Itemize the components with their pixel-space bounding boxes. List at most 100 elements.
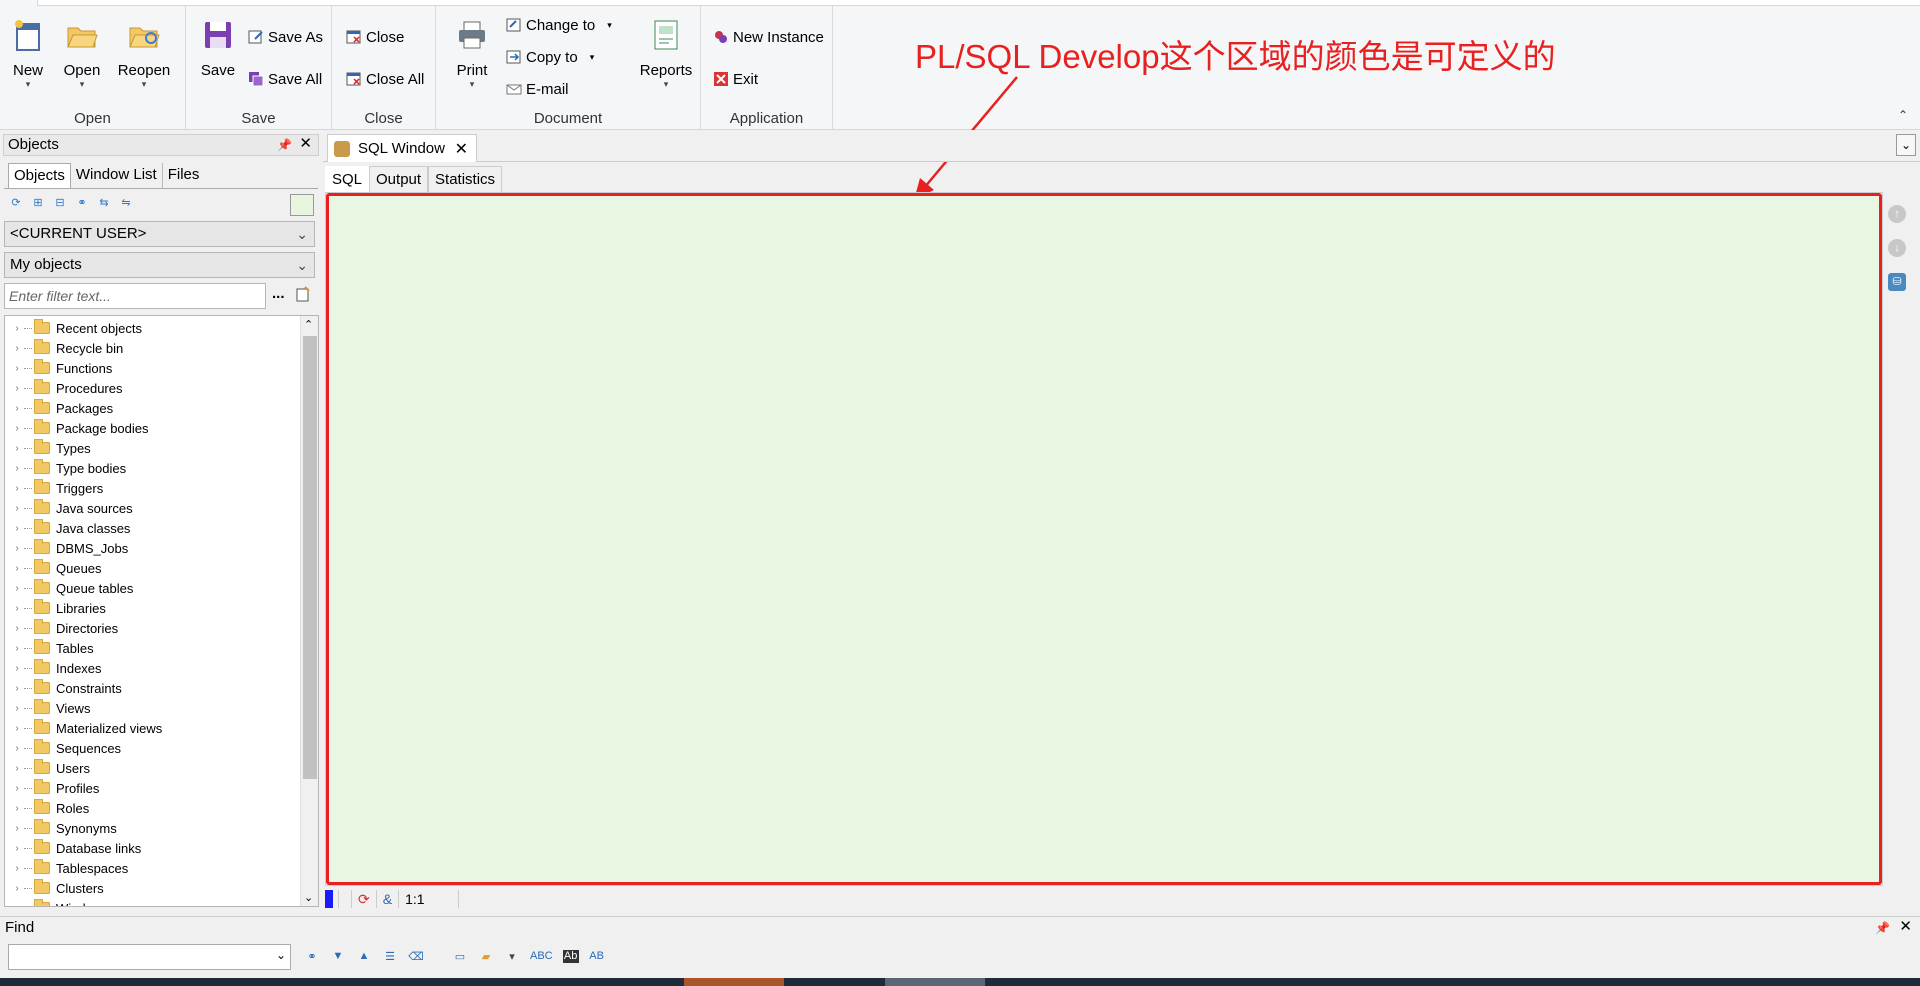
current-user-select[interactable]: <CURRENT USER> ⌄ bbox=[4, 221, 315, 247]
window-list-dropdown[interactable]: ⌄ bbox=[1896, 134, 1916, 156]
expand-arrow-icon[interactable]: › bbox=[10, 503, 24, 514]
close-icon[interactable]: ✕ bbox=[1899, 916, 1912, 938]
expand-arrow-icon[interactable]: › bbox=[10, 843, 24, 854]
expand-arrow-icon[interactable]: › bbox=[10, 823, 24, 834]
expand-arrow-icon[interactable]: › bbox=[10, 443, 24, 454]
refresh-icon[interactable]: ⟳ bbox=[8, 195, 24, 211]
find-text-select[interactable]: ⌄ bbox=[8, 944, 291, 970]
object-tree[interactable]: › Recent objects › Recycle bin › Functions › Pr… bbox=[4, 315, 319, 907]
pin-icon[interactable]: 📌 bbox=[1875, 917, 1890, 939]
reopen-button[interactable]: Reopen ▾ bbox=[116, 18, 172, 89]
tab-sql[interactable]: SQL bbox=[325, 166, 370, 192]
tree-item[interactable]: › Packages bbox=[5, 398, 113, 418]
object-scope-select[interactable]: My objects ⌄ bbox=[4, 252, 315, 278]
window-icon[interactable]: ▭ bbox=[452, 950, 468, 963]
new-filter-icon[interactable] bbox=[295, 286, 311, 302]
expand-arrow-icon[interactable]: › bbox=[10, 463, 24, 474]
tree-item[interactable]: › Tables bbox=[5, 638, 94, 658]
expand-arrow-icon[interactable]: › bbox=[10, 663, 24, 674]
find-binoculars-icon[interactable]: ⚭ bbox=[304, 950, 320, 963]
tab-objects[interactable]: Objects bbox=[8, 163, 71, 189]
expand-arrow-icon[interactable]: › bbox=[10, 323, 24, 334]
chevron-down-icon[interactable]: ▾ bbox=[504, 950, 520, 963]
tree-item[interactable]: › DBMS_Jobs bbox=[5, 538, 128, 558]
tab-output[interactable]: Output bbox=[369, 166, 429, 192]
expand-arrow-icon[interactable]: › bbox=[10, 703, 24, 714]
tree-item[interactable]: › Functions bbox=[5, 358, 112, 378]
find-binoculars-icon[interactable]: ⚭ bbox=[74, 195, 90, 211]
color-swatch-button[interactable] bbox=[290, 194, 314, 216]
new-instance-button[interactable]: New Instance bbox=[713, 26, 824, 48]
tree-item[interactable]: › Constraints bbox=[5, 678, 122, 698]
expand-arrow-icon[interactable]: › bbox=[10, 743, 24, 754]
folder-icon[interactable]: ▰ bbox=[478, 950, 494, 963]
save-as-button[interactable]: Save As bbox=[248, 26, 323, 48]
tab-window-list[interactable]: Window List bbox=[70, 163, 163, 189]
expand-arrow-icon[interactable]: › bbox=[10, 883, 24, 894]
tab-files[interactable]: Files bbox=[162, 163, 205, 189]
save-all-button[interactable]: Save All bbox=[248, 68, 322, 90]
expand-arrow-icon[interactable]: › bbox=[10, 483, 24, 494]
find-next-icon[interactable]: ▼ bbox=[330, 950, 346, 963]
tree-item[interactable]: › Types bbox=[5, 438, 91, 458]
filter-icon[interactable]: ⇆ bbox=[96, 195, 112, 211]
expand-arrow-icon[interactable]: › bbox=[10, 623, 24, 634]
tree-item[interactable]: › Procedures bbox=[5, 378, 122, 398]
expand-arrow-icon[interactable]: › bbox=[10, 543, 24, 554]
reports-button[interactable]: Reports ▾ bbox=[634, 18, 698, 89]
taskbar-app-active[interactable] bbox=[684, 978, 784, 986]
close-icon[interactable]: ✕ bbox=[455, 139, 468, 159]
tab-statistics[interactable]: Statistics bbox=[428, 166, 503, 192]
filter-settings-icon[interactable]: ⇋ bbox=[118, 195, 134, 211]
expand-arrow-icon[interactable]: › bbox=[10, 643, 24, 654]
expand-arrow-icon[interactable]: › bbox=[10, 363, 24, 374]
tree-item[interactable]: › Users bbox=[5, 758, 90, 778]
match-case-icon[interactable]: ABC bbox=[530, 950, 553, 963]
scrollbar-thumb[interactable] bbox=[303, 336, 317, 779]
tree-item[interactable]: › Materialized views bbox=[5, 718, 162, 738]
find-previous-icon[interactable]: ▲ bbox=[356, 950, 372, 963]
exit-button[interactable]: Exit bbox=[713, 68, 758, 90]
expand-arrow-icon[interactable]: › bbox=[10, 383, 24, 394]
tree-item[interactable]: › Synonyms bbox=[5, 818, 117, 838]
scroll-up-icon[interactable]: ⌃ bbox=[304, 318, 313, 331]
tree-item[interactable]: › Views bbox=[5, 698, 90, 718]
expand-arrow-icon[interactable]: › bbox=[10, 683, 24, 694]
substitution-icon[interactable]: & bbox=[375, 890, 398, 908]
tree-item[interactable]: › Tablespaces bbox=[5, 858, 128, 878]
change-to-button[interactable]: Change to ▾ bbox=[506, 14, 612, 36]
close-icon[interactable]: ✕ bbox=[299, 134, 312, 154]
tree-item[interactable]: › Window groups bbox=[5, 898, 146, 907]
tree-item[interactable]: › Libraries bbox=[5, 598, 106, 618]
taskbar-app[interactable] bbox=[885, 978, 985, 986]
expand-arrow-icon[interactable]: › bbox=[10, 563, 24, 574]
tree-item[interactable]: › Sequences bbox=[5, 738, 121, 758]
database-icon[interactable]: ⛁ bbox=[1888, 273, 1906, 291]
open-button[interactable]: Open ▾ bbox=[54, 18, 110, 89]
expand-arrow-icon[interactable]: › bbox=[10, 863, 24, 874]
expand-arrow-icon[interactable]: › bbox=[10, 763, 24, 774]
expand-arrow-icon[interactable]: › bbox=[10, 423, 24, 434]
tree-item[interactable]: › Triggers bbox=[5, 478, 103, 498]
find-list-icon[interactable]: ☰ bbox=[382, 950, 398, 963]
tree-item[interactable]: › Queues bbox=[5, 558, 102, 578]
close-button[interactable]: Close bbox=[346, 26, 404, 48]
filter-input[interactable]: Enter filter text... bbox=[4, 283, 266, 309]
tree-item[interactable]: › Java classes bbox=[5, 518, 130, 538]
pin-icon[interactable]: 📌 bbox=[277, 135, 292, 155]
print-button[interactable]: Print ▾ bbox=[444, 18, 500, 89]
regex-icon[interactable]: AB bbox=[589, 950, 605, 963]
whole-word-icon[interactable]: Ab bbox=[562, 950, 579, 963]
close-all-button[interactable]: Close All bbox=[346, 68, 424, 90]
expand-all-icon[interactable]: ⊞ bbox=[30, 195, 46, 211]
copy-to-button[interactable]: Copy to ▾ bbox=[506, 46, 594, 68]
scroll-up-circle-icon[interactable]: ↑ bbox=[1888, 205, 1906, 223]
expand-arrow-icon[interactable]: › bbox=[10, 903, 24, 907]
tree-item[interactable]: › Type bodies bbox=[5, 458, 126, 478]
expand-arrow-icon[interactable]: › bbox=[10, 403, 24, 414]
filter-options-button[interactable]: ... bbox=[272, 285, 285, 302]
eraser-icon[interactable]: ⌫ bbox=[408, 950, 424, 963]
tab-sql-window[interactable]: SQL Window ✕ bbox=[327, 134, 477, 162]
tree-item[interactable]: › Clusters bbox=[5, 878, 104, 898]
expand-arrow-icon[interactable]: › bbox=[10, 603, 24, 614]
